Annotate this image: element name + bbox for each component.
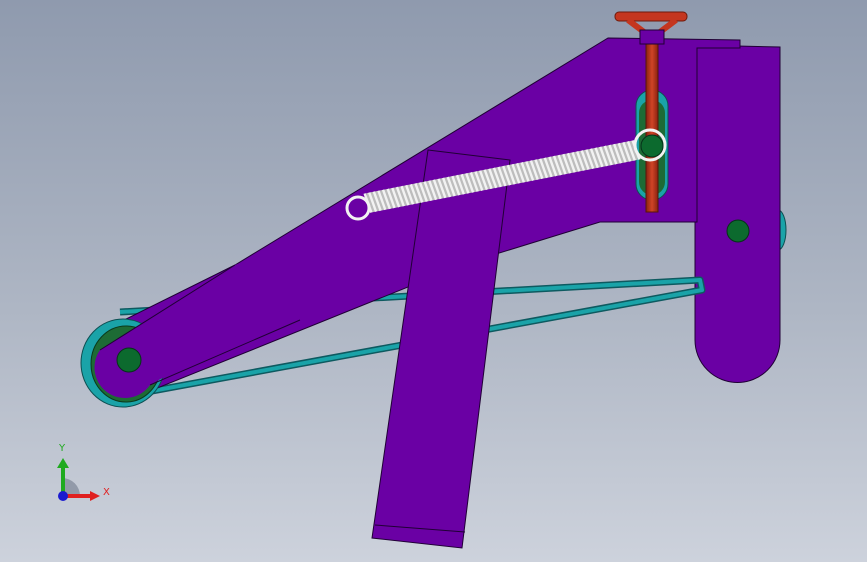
upright-column[interactable] bbox=[694, 44, 781, 383]
cad-viewport[interactable]: Y X bbox=[0, 0, 867, 562]
adjustment-screw-rod[interactable] bbox=[645, 29, 659, 213]
coordinate-triad bbox=[57, 458, 100, 501]
pivot-pin-left[interactable] bbox=[116, 347, 142, 373]
triad-z-axis bbox=[58, 491, 68, 501]
assembly-drawing[interactable] bbox=[0, 0, 867, 562]
pivot-pin-spring[interactable] bbox=[640, 134, 664, 158]
pivot-pin-column[interactable] bbox=[726, 219, 750, 243]
triad-x-label: X bbox=[103, 487, 110, 498]
triad-y-label: Y bbox=[59, 443, 66, 454]
